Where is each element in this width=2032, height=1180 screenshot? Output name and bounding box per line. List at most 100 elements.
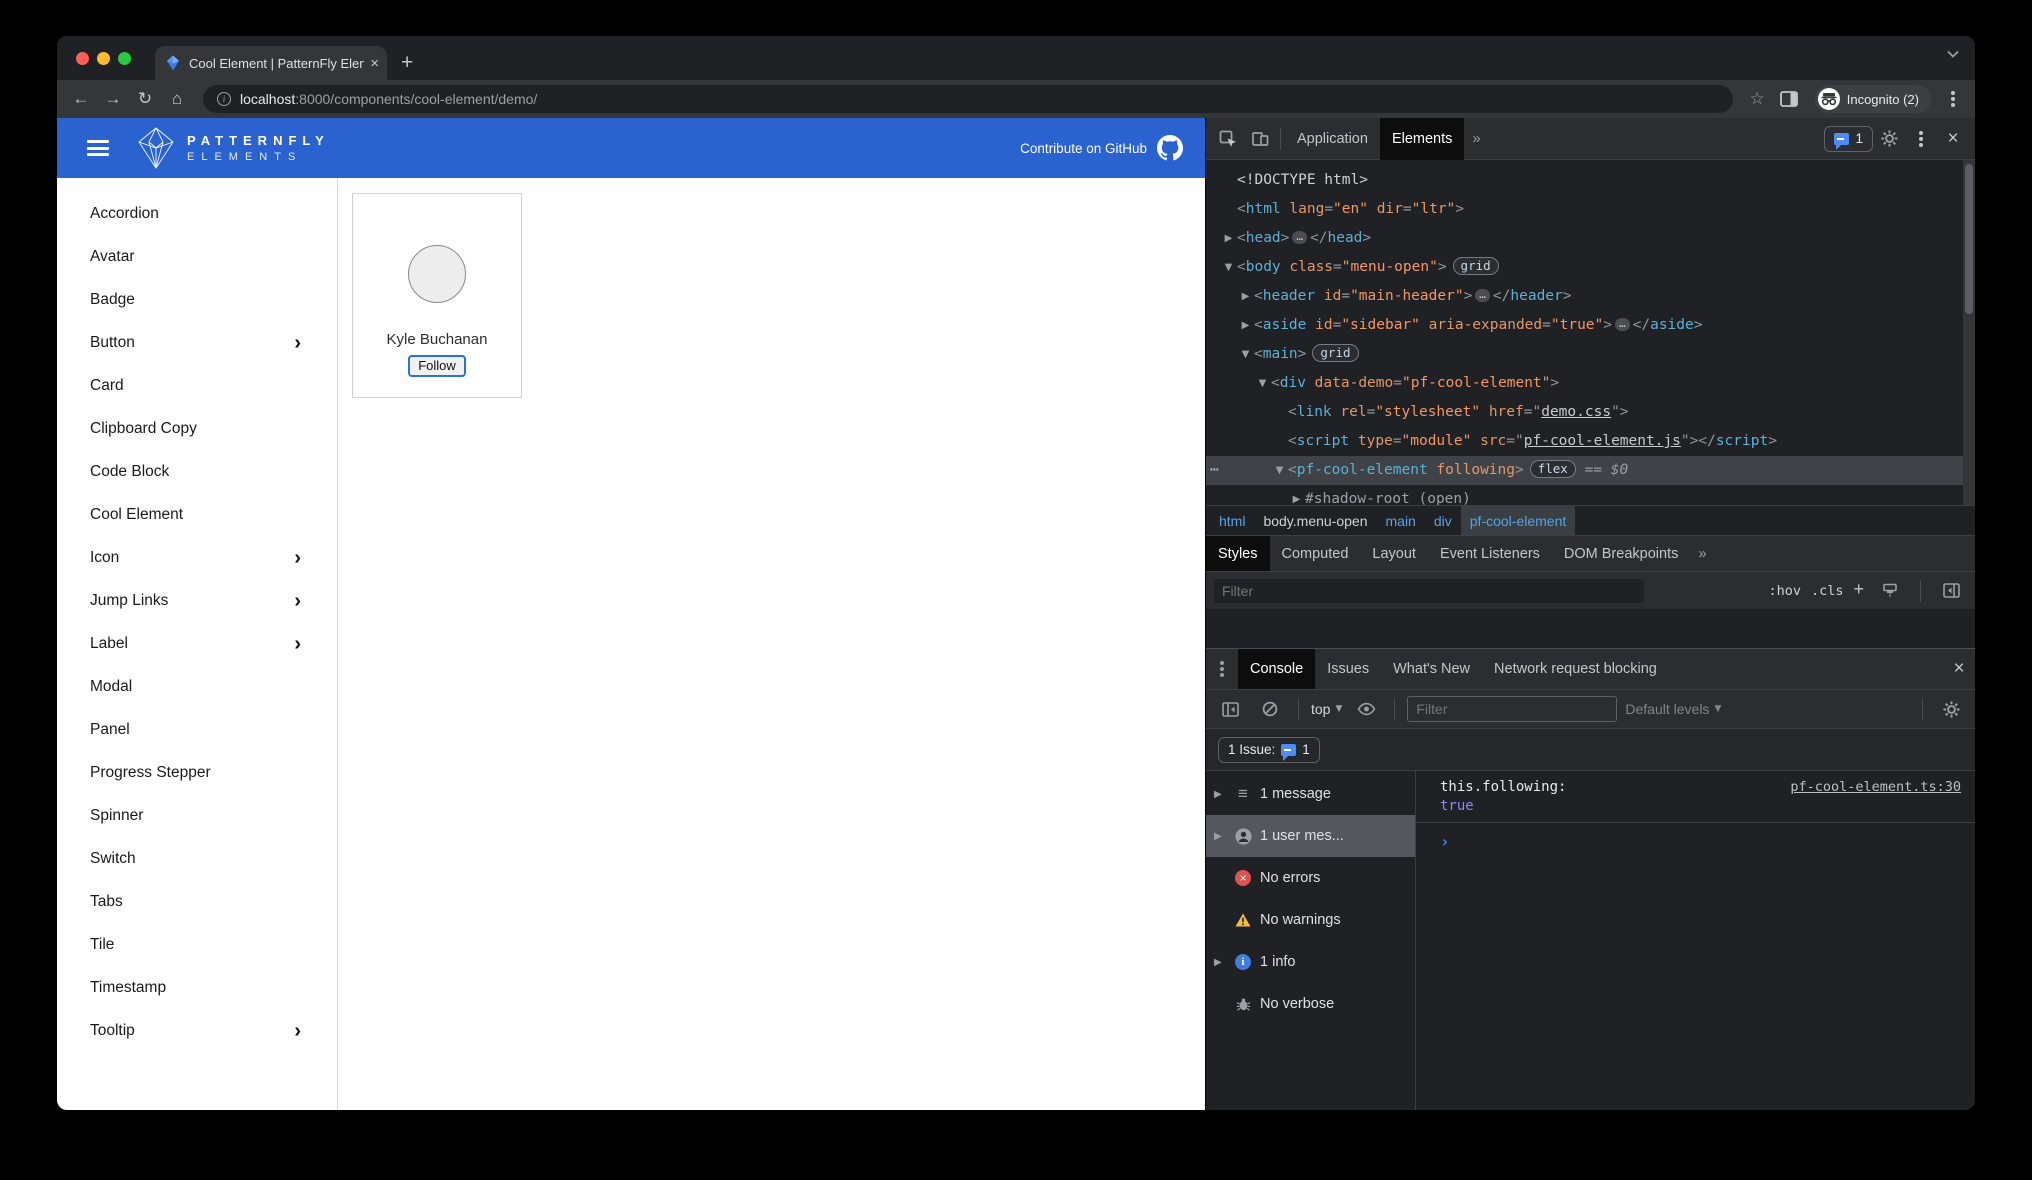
console-filter-no-verbose[interactable]: No verbose <box>1206 983 1415 1025</box>
console-filter-no-errors[interactable]: × No errors <box>1206 857 1415 899</box>
console-filter-1-message[interactable]: ▶ ≡ 1 message <box>1206 773 1415 815</box>
new-style-rule-icon[interactable]: + <box>1853 579 1864 600</box>
sidebar-item-card[interactable]: Card <box>57 364 337 407</box>
devtools-close-icon[interactable]: × <box>1937 124 1969 154</box>
console-filter-input[interactable] <box>1407 696 1618 722</box>
issues-counter[interactable]: 1 <box>1824 125 1873 152</box>
new-tab-button[interactable]: + <box>401 51 413 75</box>
console-tab-console[interactable]: Console <box>1238 649 1316 689</box>
breadcrumb-html[interactable]: html <box>1210 506 1254 536</box>
live-expression-eye-icon[interactable] <box>1350 694 1382 724</box>
styles-tab-styles[interactable]: Styles <box>1206 536 1270 571</box>
console-filter-1-user-mes[interactable]: ▶ 1 user mes... <box>1206 815 1415 857</box>
expand-arrow-icon[interactable]: ▶ <box>1237 282 1254 311</box>
console-filter-1-info[interactable]: ▶ i 1 info <box>1206 941 1415 983</box>
traffic-lights[interactable] <box>76 52 131 65</box>
elements-scrollbar[interactable] <box>1963 160 1975 505</box>
row-actions-icon[interactable]: ⋯ <box>1210 456 1220 485</box>
side-panel-icon[interactable] <box>1773 84 1805 114</box>
expand-arrow-icon[interactable]: ▶ <box>1237 311 1254 340</box>
breadcrumb-div[interactable]: div <box>1425 506 1461 536</box>
toggle-class-editor[interactable]: .cls <box>1811 583 1844 599</box>
dom-tree-row[interactable]: ⋯ ▼ <pf-cool-element following> flex == $0 <box>1206 456 1975 485</box>
inline-expand-icon[interactable]: … <box>1615 318 1630 331</box>
sidebar-item-progress-stepper[interactable]: Progress Stepper <box>57 751 337 794</box>
expand-arrow-icon[interactable]: ▶ <box>1214 831 1226 842</box>
layout-badge[interactable]: grid <box>1452 257 1499 275</box>
expand-arrow-icon[interactable]: ▶ <box>1220 224 1237 253</box>
sidebar-item-badge[interactable]: Badge <box>57 278 337 321</box>
sidebar-item-label[interactable]: Label › <box>57 622 337 665</box>
drawer-menu-icon[interactable] <box>1206 654 1238 684</box>
console-tab-what-s-new[interactable]: What's New <box>1381 649 1482 689</box>
sidebar-item-modal[interactable]: Modal <box>57 665 337 708</box>
device-toolbar-icon[interactable] <box>1244 124 1276 154</box>
dom-tree-row[interactable]: ▶ <head>… </head> <box>1206 224 1975 253</box>
toggle-hover-state[interactable]: :hov <box>1768 583 1801 599</box>
expand-arrow-icon[interactable]: ▶ <box>1214 789 1226 800</box>
dom-tree-row[interactable]: ▶ <header id="main-header">… </header> <box>1206 282 1975 311</box>
sidebar-item-tooltip[interactable]: Tooltip › <box>57 1009 337 1052</box>
contribute-link[interactable]: Contribute on GitHub <box>1020 135 1183 161</box>
dom-tree-row[interactable]: <!DOCTYPE html> <box>1206 166 1975 195</box>
tab-close-icon[interactable]: × <box>370 55 379 72</box>
patternfly-brand[interactable]: PATTERNFLY ELEMENTS <box>137 126 330 170</box>
devtools-menu-icon[interactable] <box>1905 124 1937 154</box>
issue-bar-pill[interactable]: 1 Issue: 1 <box>1218 736 1320 763</box>
layout-badge[interactable]: grid <box>1312 344 1359 362</box>
devtools-settings-icon[interactable] <box>1873 124 1905 154</box>
inline-expand-icon[interactable]: … <box>1475 289 1490 302</box>
breadcrumb-pf-cool-element[interactable]: pf-cool-element <box>1460 505 1576 536</box>
collapse-arrow-icon[interactable]: ▼ <box>1254 369 1271 398</box>
bookmark-star-icon[interactable]: ☆ <box>1749 89 1764 109</box>
collapse-arrow-icon[interactable]: ▼ <box>1220 253 1237 282</box>
devtools-tab-application[interactable]: Application <box>1285 118 1380 160</box>
url-bar[interactable]: i localhost :8000/components/cool-elemen… <box>203 85 1734 113</box>
styles-tab-dom-breakpoints[interactable]: DOM Breakpoints <box>1552 536 1690 571</box>
styles-tab-computed[interactable]: Computed <box>1270 536 1361 571</box>
sidebar-item-jump-links[interactable]: Jump Links › <box>57 579 337 622</box>
message-source-link[interactable]: pf-cool-element.ts:30 <box>1790 779 1961 795</box>
dom-tree-row[interactable]: ▶ #shadow-root (open) <box>1206 485 1975 505</box>
context-selector[interactable]: top ▼ <box>1311 701 1342 717</box>
home-button[interactable]: ⌂ <box>163 85 191 113</box>
rendering-brush-icon[interactable] <box>1874 576 1906 606</box>
dom-tree-row[interactable]: <link rel="stylesheet" href="demo.css"> <box>1206 398 1975 427</box>
sidebar-item-code-block[interactable]: Code Block <box>57 450 337 493</box>
minimize-window-button[interactable] <box>97 52 110 65</box>
devtools-tab-elements[interactable]: Elements <box>1379 117 1465 160</box>
console-tab-network-request-blocking[interactable]: Network request blocking <box>1482 649 1669 689</box>
sidebar-item-clipboard-copy[interactable]: Clipboard Copy <box>57 407 337 450</box>
expand-arrow-icon[interactable]: ▶ <box>1288 485 1305 505</box>
sidebar-item-tabs[interactable]: Tabs <box>57 880 337 923</box>
sidebar-item-spinner[interactable]: Spinner <box>57 794 337 837</box>
inline-expand-icon[interactable]: … <box>1292 231 1308 244</box>
sidebar-item-avatar[interactable]: Avatar <box>57 235 337 278</box>
sidebar-item-timestamp[interactable]: Timestamp <box>57 966 337 1009</box>
console-message[interactable]: this.following: pf-cool-element.ts:30 tr… <box>1416 771 1975 823</box>
tab-search-chevron-icon[interactable] <box>1947 50 1959 58</box>
dom-tree-row[interactable]: ▼ <div data-demo="pf-cool-element"> <box>1206 369 1975 398</box>
browser-menu-icon[interactable] <box>1951 97 1955 101</box>
sidebar-item-icon[interactable]: Icon › <box>57 536 337 579</box>
zoom-window-button[interactable] <box>118 52 131 65</box>
dom-tree-row[interactable]: ▶ <aside id="sidebar" aria-expanded="true… <box>1206 311 1975 340</box>
console-prompt[interactable]: › <box>1416 823 1975 851</box>
back-button[interactable]: ← <box>67 85 95 113</box>
console-tab-issues[interactable]: Issues <box>1315 649 1381 689</box>
drawer-close-icon[interactable]: × <box>1943 654 1975 684</box>
collapse-arrow-icon[interactable]: ▼ <box>1271 456 1288 485</box>
sidebar-item-accordion[interactable]: Accordion <box>57 192 337 235</box>
forward-button[interactable]: → <box>99 85 127 113</box>
clear-console-icon[interactable] <box>1254 694 1286 724</box>
styles-filter-input[interactable] <box>1214 578 1644 603</box>
more-tabs-icon[interactable]: » <box>1464 130 1488 147</box>
sidebar-item-panel[interactable]: Panel <box>57 708 337 751</box>
follow-button[interactable]: Follow <box>408 355 466 377</box>
browser-tab[interactable]: Cool Element | PatternFly Eleme × <box>155 46 387 80</box>
page-info-icon[interactable]: i <box>217 92 231 106</box>
console-settings-icon[interactable] <box>1935 694 1967 724</box>
log-levels-dropdown[interactable]: Default levels ▼ <box>1625 701 1721 717</box>
dom-tree-row[interactable]: ▼ <body class="menu-open"> grid <box>1206 253 1975 282</box>
breadcrumb-body-menu-open[interactable]: body.menu-open <box>1254 506 1376 536</box>
